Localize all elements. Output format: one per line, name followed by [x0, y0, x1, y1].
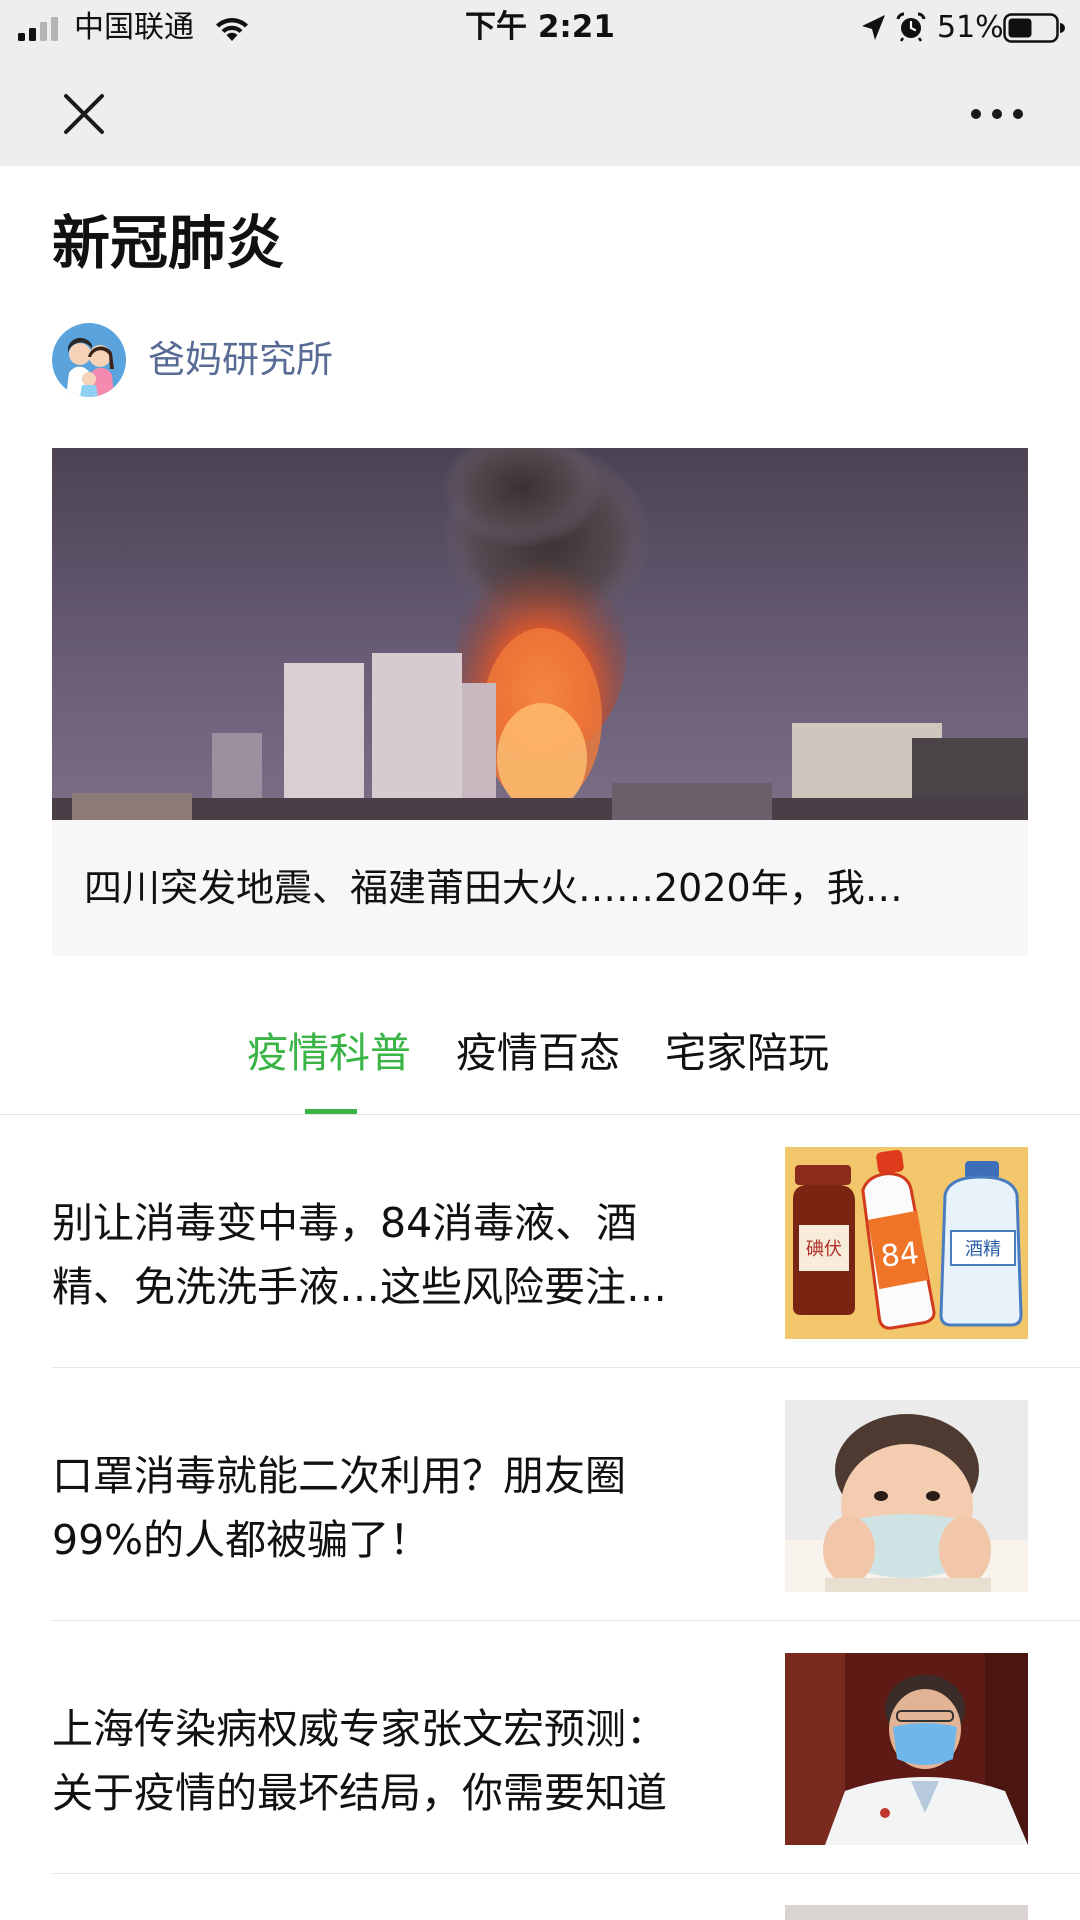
nav-bar	[0, 56, 1080, 166]
more-icon[interactable]	[962, 84, 1032, 144]
article-title-line-1: 上海传染病权威专家张文宏预测：	[52, 1705, 667, 1753]
article-title-line-1: 口罩消毒就能二次利用？朋友圈	[52, 1452, 626, 1500]
child-wearing-mask-image	[785, 1400, 1028, 1592]
tab-epidemic-science[interactable]: 疫情科普	[247, 1025, 411, 1081]
article-item[interactable]: 口罩消毒就能二次利用？朋友圈 99%的人都被骗了！	[52, 1368, 1080, 1620]
featured-article-card[interactable]: 四川突发地震、福建莆田大火……2020年，我…	[52, 448, 1028, 956]
battery-percentage: 51%	[937, 10, 1004, 45]
tab-home-play[interactable]: 宅家陪玩	[665, 1025, 829, 1081]
article-item[interactable]: 别让消毒变中毒，84消毒液、酒 精、免洗洗手液…这些风险要注… 碘伏 84 酒精	[52, 1115, 1080, 1367]
page-title: 新冠肺炎	[52, 209, 285, 277]
close-icon[interactable]	[54, 84, 114, 144]
thumb-label-84: 84	[879, 1236, 921, 1275]
article-divider	[52, 1873, 1080, 1874]
author-name: 爸妈研究所	[148, 338, 333, 381]
thumb-label-iodine: 碘伏	[806, 1239, 842, 1260]
city-fire-at-night-image	[52, 448, 1028, 820]
article-title-line-2: 关于疫情的最坏结局，你需要知道	[52, 1769, 667, 1817]
battery-icon	[1003, 13, 1065, 43]
top-bar: 中国联通 下午 2:21 51%	[0, 0, 1080, 166]
disinfectant-bottles-image: 碘伏 84 酒精	[785, 1147, 1028, 1339]
avatar	[52, 323, 126, 397]
location-arrow-icon	[862, 15, 885, 40]
article-title-line-1: 别让消毒变中毒，84消毒液、酒	[52, 1199, 638, 1247]
article-title-line-2: 精、免洗洗手液…这些风险要注…	[52, 1263, 667, 1311]
featured-article-title: 四川突发地震、福建莆田大火……2020年，我…	[84, 866, 903, 910]
alarm-clock-icon	[896, 12, 926, 42]
doctor-wearing-mask-image	[785, 1653, 1028, 1845]
category-tabs: 疫情科普 疫情百态 宅家陪玩	[0, 1015, 1080, 1115]
next-article-thumb-peek	[785, 1905, 1028, 1920]
tab-epidemic-stories[interactable]: 疫情百态	[456, 1025, 620, 1081]
author-account[interactable]: 爸妈研究所	[52, 322, 333, 398]
article-item[interactable]: 上海传染病权威专家张文宏预测： 关于疫情的最坏结局，你需要知道	[52, 1621, 1080, 1873]
status-bar: 中国联通 下午 2:21 51%	[0, 0, 1080, 56]
article-list: 别让消毒变中毒，84消毒液、酒 精、免洗洗手液…这些风险要注… 碘伏 84 酒精…	[0, 1115, 1080, 1920]
article-title-line-2: 99%的人都被骗了！	[52, 1516, 431, 1564]
thumb-label-alcohol: 酒精	[965, 1239, 1001, 1260]
